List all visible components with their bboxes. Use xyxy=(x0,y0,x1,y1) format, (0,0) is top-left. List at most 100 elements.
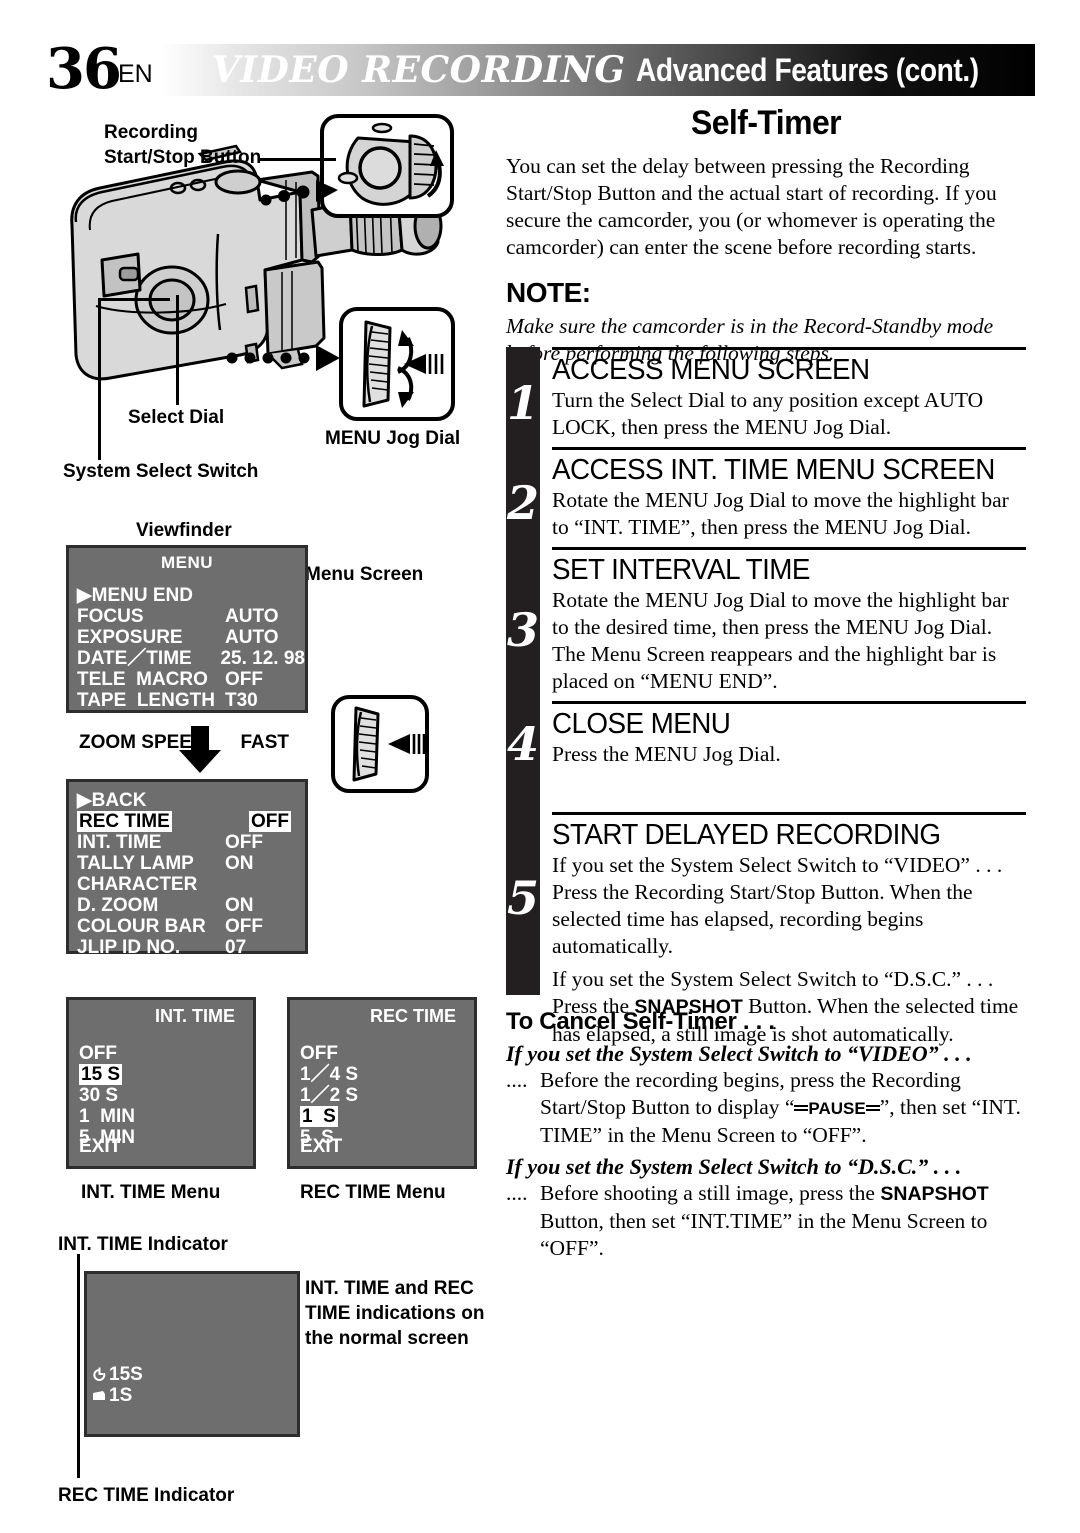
rec-time-menu-title: REC TIME xyxy=(369,1006,456,1026)
step-body: Turn the Select Dial to any position exc… xyxy=(552,388,984,439)
caption-int-time-menu: INT. TIME Menu xyxy=(81,1182,221,1203)
int-time-menu-options: OFF 15 S 30 S1 MIN 5 MIN xyxy=(69,1043,253,1148)
label-menu-screen: Menu Screen xyxy=(305,564,424,585)
menu-row-value: AUTO xyxy=(225,606,279,627)
menu-row[interactable]: JLIP ID NO. 07 xyxy=(77,937,305,958)
rec-time-menu-panel: REC TIME OFF 1／4 S 1／2 S1 S5 S EXIT xyxy=(287,997,477,1169)
right-column: Self-Timer You can set the delay between… xyxy=(506,104,1026,367)
normal-screen-indicator-panel xyxy=(84,1271,300,1437)
step-number: 2 xyxy=(506,476,539,530)
time-option[interactable]: 1 MIN xyxy=(79,1106,253,1127)
rec-time-indicator-value: 1S xyxy=(109,1385,133,1406)
menu-row-label: REC TIME xyxy=(77,811,172,832)
menu-row[interactable]: TALLY LAMP ON xyxy=(77,853,305,874)
step-number: 1 xyxy=(506,376,539,430)
time-option-label: 1 S xyxy=(300,1106,338,1127)
section-title: Self-Timer xyxy=(690,104,842,142)
step-title: START DELAYED RECORDING xyxy=(552,819,941,851)
menu-row-value: ON xyxy=(225,895,254,916)
cancel-video-body: .... Before the recording begins, press … xyxy=(506,1067,1026,1149)
step-title: ACCESS MENU SCREEN xyxy=(552,354,870,386)
rec-time-menu-options: OFF 1／4 S 1／2 S1 S5 S xyxy=(290,1043,474,1148)
menu-row[interactable]: CHARACTER xyxy=(77,874,305,895)
pause-bars-left-icon xyxy=(794,1105,809,1111)
leader-line-system-switch-vertical xyxy=(98,300,101,460)
cancel-dsc-body: .... Before shooting a still image, pres… xyxy=(506,1180,1026,1262)
menu-row-value: OFF xyxy=(225,832,263,853)
step: ACCESS INT. TIME MENU SCREEN Rotate the M… xyxy=(507,447,1026,547)
menu-jog-dial-press-callout xyxy=(331,695,429,793)
pause-bars-right-icon xyxy=(865,1105,880,1111)
time-option-label: 1 MIN xyxy=(79,1106,135,1127)
label-indicator-description: INT. TIME and REC TIME indications on th… xyxy=(305,1278,485,1349)
cancel-dsc-pre: Before shooting a still image, press the xyxy=(540,1181,881,1205)
leader-line-system-switch-horizontal xyxy=(98,298,170,301)
rec-time-camera-icon xyxy=(93,1390,105,1400)
menu-row-value: AUTO xyxy=(225,711,279,732)
menu-row[interactable]: DEMO MODE OFF xyxy=(77,958,305,979)
menu-row[interactable]: REC TIME OFF xyxy=(77,811,305,832)
cancel-dsc-post: Button, then set “INT.TIME” in the Menu … xyxy=(540,1209,988,1260)
menu-row-label: JLIP ID NO. xyxy=(77,937,181,958)
int-time-menu-panel: INT. TIME OFF 15 S 30 S1 MIN 5 MIN EXIT xyxy=(66,997,256,1169)
menu-row[interactable]: ▶MENU END xyxy=(77,585,305,606)
menu-row[interactable]: D. ZOOM ON xyxy=(77,895,305,916)
menu-row-label: FOCUS xyxy=(77,606,144,627)
menu-row-label: COLOUR BAR xyxy=(77,916,206,937)
menu-row[interactable]: EXPOSURE AUTO xyxy=(77,627,305,648)
indicator-readouts: 15S 1S xyxy=(92,1364,143,1406)
menu-row[interactable]: ▶BACK xyxy=(77,790,305,811)
menu-row-value: FAST xyxy=(238,732,291,753)
menu-row[interactable]: COLOUR BAR OFF xyxy=(77,916,305,937)
flow-arrow-down-icon xyxy=(179,726,221,773)
step-list: ACCESS MENU SCREEN Turn the Select Dial t… xyxy=(506,347,1026,1048)
cancel-self-timer-section: To Cancel Self-Timer . . . If you set th… xyxy=(506,1008,1026,1262)
time-option-label: OFF xyxy=(79,1043,117,1064)
step-body: Rotate the MENU Jog Dial to move the hig… xyxy=(552,588,1009,693)
menu-row[interactable]: INT. TIME OFF xyxy=(77,832,305,853)
pause-indicator-badge: PAUSE xyxy=(794,1099,880,1118)
int-time-indicator-row: 15S xyxy=(92,1364,143,1385)
time-option[interactable]: 15 S xyxy=(79,1064,253,1085)
time-option[interactable]: 1 S xyxy=(300,1106,474,1127)
menu-row-label: ▶MENU END xyxy=(77,585,193,606)
leader-line-indicators xyxy=(77,1254,80,1478)
cancel-dsc-dots: .... xyxy=(506,1181,528,1205)
cancel-video-subheading: If you set the System Select Switch to “… xyxy=(506,1041,972,1066)
menu-row-value: OFF xyxy=(225,916,263,937)
time-option[interactable]: 30 S xyxy=(79,1085,253,1106)
menu-row-label: TALLY LAMP xyxy=(77,853,194,874)
label-int-time-indicator: INT. TIME Indicator xyxy=(58,1234,228,1255)
time-option-label: 1／2 S xyxy=(300,1085,359,1106)
section-intro-paragraph: You can set the delay between pressing t… xyxy=(506,154,997,259)
cancel-section-title: To Cancel Self-Timer . . . xyxy=(506,1008,775,1035)
menu-row-label: EXPOSURE xyxy=(77,627,183,648)
time-option[interactable]: 1／2 S xyxy=(300,1085,474,1106)
menu-row[interactable]: DATE／TIME 25. 12. 98 xyxy=(77,648,305,669)
menu-row-label: TAPE LENGTH xyxy=(77,690,215,711)
page-number: 36 xyxy=(46,36,122,102)
procedure-steps: ACCESS MENU SCREEN Turn the Select Dial t… xyxy=(506,347,1026,1048)
leader-line-recording-button xyxy=(258,158,336,161)
time-option[interactable]: OFF xyxy=(79,1043,253,1064)
menu-row-value: AUTO xyxy=(225,627,279,648)
menu-screen-1-title: MENU xyxy=(160,553,214,572)
menu-row-value: 25. 12. 98 xyxy=(220,648,305,669)
time-option-label: OFF xyxy=(300,1043,338,1064)
cancel-video-text: Before the recording begins, press the R… xyxy=(540,1067,1026,1149)
menu-row-value: T30 xyxy=(225,690,258,711)
menu-row[interactable]: TAPE LENGTH T30 xyxy=(77,690,305,711)
pointer-dots-jogdial xyxy=(226,345,340,371)
pointer-dots-recording xyxy=(260,180,338,206)
label-system-select-switch: System Select Switch xyxy=(63,461,259,482)
step-dsc-subheading: If you set the System Select Switch to “… xyxy=(552,967,994,991)
menu-row-label: TELE MACRO xyxy=(77,669,208,690)
time-option-label: 15 S xyxy=(79,1064,123,1085)
caption-rec-time-menu: REC TIME Menu xyxy=(300,1182,446,1203)
step-body: Press the MENU Jog Dial. xyxy=(552,742,781,766)
time-option[interactable]: 1／4 S xyxy=(300,1064,474,1085)
time-option[interactable]: OFF xyxy=(300,1043,474,1064)
menu-row[interactable]: FOCUS AUTO xyxy=(77,606,305,627)
menu-row-label: D. ZOOM xyxy=(77,895,159,916)
menu-row[interactable]: TELE MACRO OFF xyxy=(77,669,305,690)
